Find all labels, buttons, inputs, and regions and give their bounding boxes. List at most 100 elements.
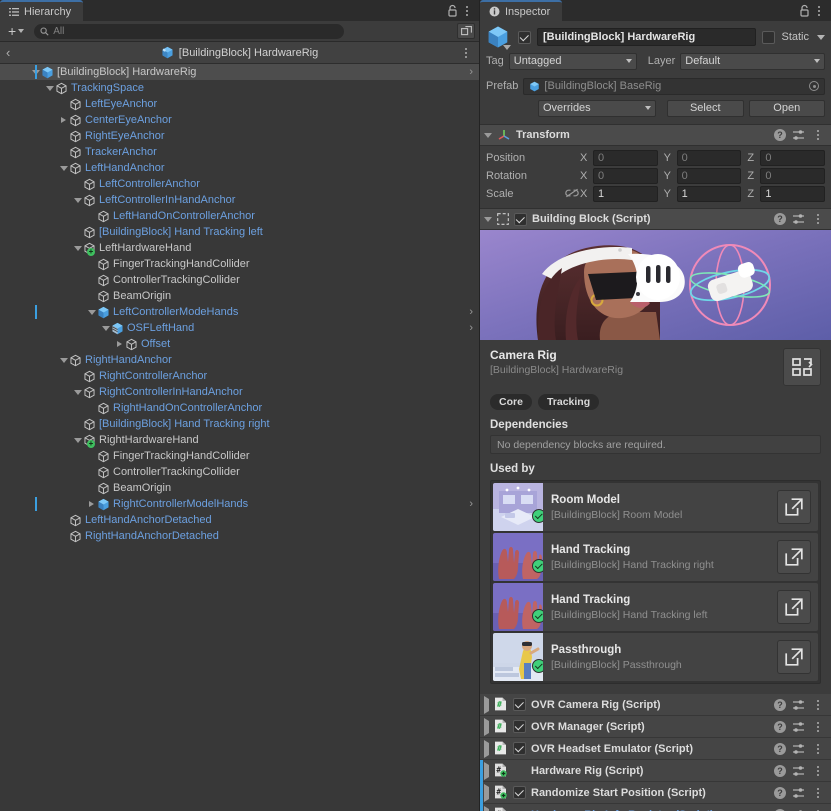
twisty-toggle[interactable] — [114, 336, 125, 352]
inspector-menu-icon[interactable] — [812, 3, 826, 19]
hierarchy-row[interactable]: TrackerAnchor — [0, 144, 479, 160]
hierarchy-menu-icon[interactable] — [460, 3, 474, 19]
used-by-item[interactable]: Hand Tracking [BuildingBlock] Hand Tracki… — [493, 533, 818, 581]
transform-value-field[interactable]: 1 — [760, 186, 826, 202]
twisty-toggle[interactable] — [86, 496, 97, 512]
twisty-toggle[interactable] — [72, 384, 83, 400]
preset-icon[interactable] — [792, 721, 805, 733]
component-expand-arrow-icon[interactable] — [484, 695, 489, 714]
component-menu-icon[interactable] — [811, 697, 825, 713]
open-in-new-window-icon[interactable] — [457, 23, 475, 39]
twisty-toggle[interactable] — [44, 80, 55, 96]
transform-component-header[interactable]: Transform ? — [480, 124, 831, 146]
block-tag-pill[interactable]: Core — [490, 394, 532, 410]
twisty-toggle[interactable] — [58, 112, 69, 128]
component-expand-arrow-icon[interactable] — [484, 783, 489, 802]
help-icon[interactable]: ? — [774, 786, 786, 799]
preset-icon[interactable] — [792, 213, 805, 225]
help-icon[interactable]: ? — [774, 698, 786, 711]
transform-value-field[interactable]: 0 — [593, 150, 658, 166]
hierarchy-row[interactable]: LeftControllerInHandAnchor — [0, 192, 479, 208]
hierarchy-row[interactable]: RightHardwareHand — [0, 432, 479, 448]
hierarchy-row[interactable]: CenterEyeAnchor — [0, 112, 479, 128]
hierarchy-row[interactable]: LeftEyeAnchor — [0, 96, 479, 112]
hierarchy-row[interactable]: LeftHandAnchor — [0, 160, 479, 176]
hierarchy-row[interactable]: LeftControllerModeHands › — [0, 304, 479, 320]
tab-hierarchy[interactable]: Hierarchy — [0, 0, 84, 21]
broken-link-icon[interactable] — [564, 188, 580, 201]
breadcrumb-menu-icon[interactable] — [459, 45, 473, 61]
hierarchy-row[interactable]: LeftHandAnchorDetached — [0, 512, 479, 528]
help-icon[interactable]: ? — [774, 129, 786, 141]
hierarchy-row[interactable]: BeamOrigin — [0, 480, 479, 496]
hierarchy-row[interactable]: TrackingSpace — [0, 80, 479, 96]
preset-icon[interactable] — [792, 743, 805, 755]
hierarchy-row[interactable]: BeamOrigin — [0, 288, 479, 304]
open-prefab-arrow-icon[interactable]: › — [469, 322, 473, 334]
transform-value-field[interactable]: 1 — [593, 186, 658, 202]
transform-value-field[interactable]: 0 — [760, 150, 826, 166]
component-row[interactable]: # OVR Camera Rig (Script)? — [480, 694, 831, 716]
static-dropdown-icon[interactable] — [817, 34, 825, 40]
hierarchy-row[interactable]: LeftHandOnControllerAnchor — [0, 208, 479, 224]
open-external-icon[interactable] — [777, 640, 811, 674]
search-input[interactable]: All — [34, 23, 345, 39]
component-menu-icon[interactable] — [811, 763, 825, 779]
overrides-dropdown[interactable]: Overrides — [538, 99, 656, 117]
open-prefab-arrow-icon[interactable]: › — [469, 498, 473, 510]
building-block-enabled-checkbox[interactable] — [514, 212, 527, 226]
used-by-item[interactable]: Room Model [BuildingBlock] Room Model — [493, 483, 818, 531]
transform-menu-icon[interactable] — [811, 127, 825, 143]
twisty-toggle[interactable] — [72, 432, 83, 448]
block-tag-pill[interactable]: Tracking — [537, 394, 600, 410]
component-enabled-checkbox[interactable] — [513, 742, 526, 755]
collapse-arrow-icon[interactable] — [484, 216, 492, 222]
hierarchy-row[interactable]: ControllerTrackingCollider — [0, 272, 479, 288]
lock-icon[interactable] — [799, 4, 810, 17]
component-enabled-checkbox[interactable] — [513, 698, 526, 711]
transform-value-field[interactable]: 0 — [760, 168, 826, 184]
hierarchy-row[interactable]: FingerTrackingHandCollider — [0, 448, 479, 464]
used-by-item[interactable]: Passthrough [BuildingBlock] Passthrough — [493, 633, 818, 681]
gameobject-active-checkbox[interactable] — [518, 30, 531, 44]
hierarchy-row[interactable]: RightControllerInHandAnchor — [0, 384, 479, 400]
component-enabled-checkbox[interactable] — [513, 786, 526, 799]
open-external-icon[interactable] — [777, 540, 811, 574]
component-expand-arrow-icon[interactable] — [484, 761, 489, 780]
open-external-icon[interactable] — [777, 590, 811, 624]
hierarchy-row[interactable]: RightHandAnchorDetached — [0, 528, 479, 544]
twisty-toggle[interactable] — [58, 160, 69, 176]
hierarchy-row[interactable]: RightEyeAnchor — [0, 128, 479, 144]
component-menu-icon[interactable] — [811, 807, 825, 811]
preset-icon[interactable] — [792, 699, 805, 711]
preset-icon[interactable] — [792, 765, 805, 777]
hierarchy-row[interactable]: LeftHardwareHand — [0, 240, 479, 256]
hierarchy-row[interactable]: [BuildingBlock] Hand Tracking right — [0, 416, 479, 432]
hierarchy-row[interactable]: LeftControllerAnchor — [0, 176, 479, 192]
layer-dropdown[interactable]: Default — [680, 52, 825, 70]
static-checkbox[interactable] — [762, 30, 776, 44]
component-menu-icon[interactable] — [811, 719, 825, 735]
collapse-arrow-icon[interactable] — [484, 132, 492, 138]
component-row[interactable]: #Hardware Rig Info Register (Script)? — [480, 804, 831, 811]
hierarchy-row[interactable]: Offset — [0, 336, 479, 352]
chevron-down-icon[interactable] — [503, 45, 511, 50]
twisty-toggle[interactable] — [100, 320, 111, 336]
tab-inspector[interactable]: Inspector — [480, 0, 563, 21]
hierarchy-row[interactable]: RightControllerAnchor — [0, 368, 479, 384]
component-expand-arrow-icon[interactable] — [484, 717, 489, 736]
object-picker-icon[interactable] — [809, 81, 819, 91]
component-expand-arrow-icon[interactable] — [484, 739, 489, 758]
breadcrumb-back-icon[interactable]: ‹ — [6, 45, 20, 60]
transform-value-field[interactable]: 0 — [593, 168, 658, 184]
component-row[interactable]: # Randomize Start Position (Script)? — [480, 782, 831, 804]
add-gameobject-button[interactable]: + — [4, 23, 28, 39]
preset-icon[interactable] — [792, 787, 805, 799]
hierarchy-row[interactable]: RightHandOnControllerAnchor — [0, 400, 479, 416]
transform-value-field[interactable]: 0 — [676, 150, 742, 166]
gameobject-name-field[interactable]: [BuildingBlock] HardwareRig — [537, 28, 757, 46]
help-icon[interactable]: ? — [774, 213, 786, 225]
hierarchy-row[interactable]: RightControllerModelHands › — [0, 496, 479, 512]
component-menu-icon[interactable] — [811, 785, 825, 801]
hierarchy-row[interactable]: [BuildingBlock] Hand Tracking left — [0, 224, 479, 240]
